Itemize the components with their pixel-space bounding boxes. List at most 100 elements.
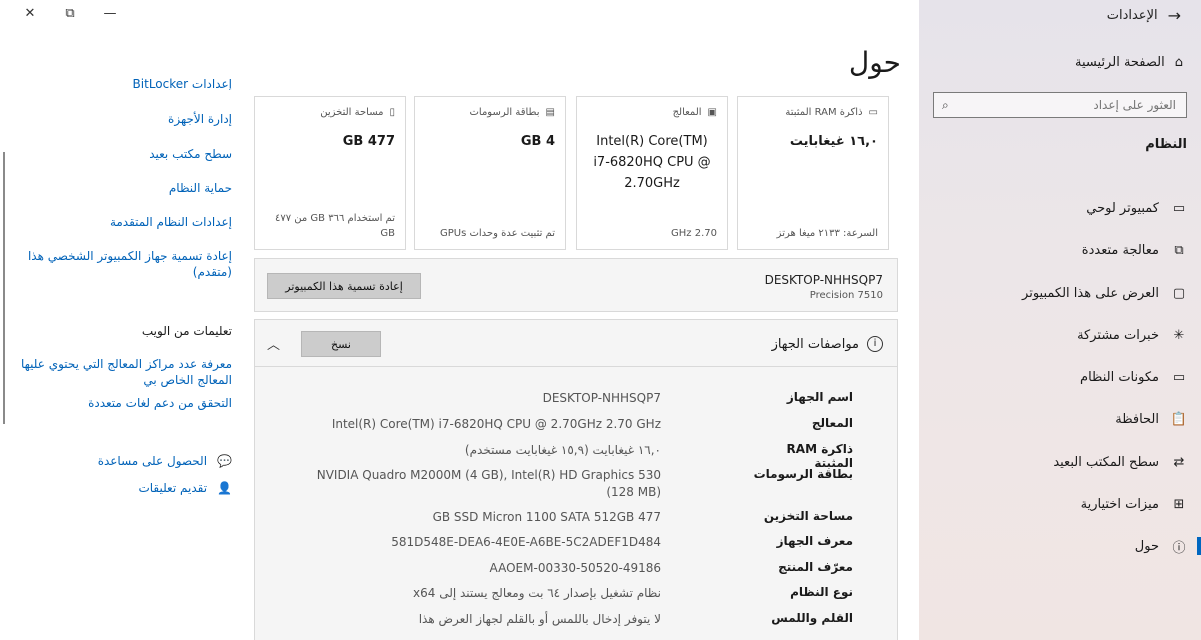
link-processor-cores[interactable]: معرفة عدد مراكز المعالج التي يحتوي عليها… [10, 356, 232, 388]
feedback-link[interactable]: 👤 تقديم تعليقات [138, 481, 232, 495]
spec-key: المعالج [811, 416, 853, 430]
spec-value: نظام تشغيل بإصدار ٦٤ بت ومعالج يستند إلى… [413, 586, 661, 600]
feedback-icon: 👤 [217, 481, 232, 495]
spec-value: 477 GB SSD Micron 1100 SATA 512GB [432, 510, 661, 524]
pc-name-panel: DESKTOP-NHHSQP7 Precision 7510 إعادة تسم… [254, 258, 898, 312]
spec-key: مساحة التخزين [763, 509, 853, 523]
search-input[interactable] [974, 97, 1178, 113]
graphics-icon: ▤ [545, 107, 555, 118]
chevron-up-icon[interactable]: ︿ [267, 334, 280, 353]
card-ram-value: ١٦,٠ غيغابايت [789, 134, 878, 149]
related-settings-pane: إعدادات BitLocker إدارة الأجهزة سطح مكتب… [0, 0, 250, 640]
home-icon: ⌂ [1174, 55, 1183, 70]
related-scrollbar[interactable] [3, 152, 5, 424]
back-arrow-icon: → [1167, 6, 1181, 25]
link-remote-desktop[interactable]: سطح مكتب بعيد [149, 146, 232, 162]
card-graphics: ▤ بطاقة الرسومات 4 GB تم تثبيت عدة وحدات … [414, 96, 566, 250]
device-specs-title: مواصفات الجهاز [771, 336, 859, 352]
sidebar-item-tablet[interactable]: ▭ كمبيوتر لوحي [919, 193, 1201, 223]
spec-value: DESKTOP-NHHSQP7 [542, 391, 661, 405]
spec-key: نوع النظام [790, 585, 853, 599]
spec-value: ١٦,٠ غيغابايت (١٥,٩ غيغابايت مستخدم) [464, 443, 661, 457]
sidebar-item-clipboard[interactable]: 📋 الحافظة [919, 404, 1201, 434]
storage-icon: ▯ [389, 107, 395, 118]
sidebar-item-label: خبرات مشتركة [1077, 327, 1159, 343]
nav-section-title: النظام [1145, 137, 1187, 152]
remote-icon: ⇄ [1173, 454, 1185, 470]
card-storage-value: 477 GB [342, 134, 395, 149]
link-system-protection[interactable]: حماية النظام [169, 180, 232, 196]
device-specs-body: اسم الجهاز DESKTOP-NHHSQP7 المعالج Intel… [254, 367, 898, 640]
sidebar-item-label: ميزات اختيارية [1080, 496, 1159, 512]
get-help-link[interactable]: 💬 الحصول على مساعدة [98, 454, 232, 468]
home-link[interactable]: ⌂ الصفحة الرئيسية [1075, 55, 1183, 70]
components-icon: ▭ [1172, 369, 1186, 385]
rename-pc-button[interactable]: إعادة تسمية هذا الكمبيوتر [267, 273, 421, 299]
spec-key: القلم واللمس [771, 611, 853, 625]
link-multiple-languages[interactable]: التحقق من دعم لغات متعددة [88, 395, 232, 411]
about-icon: ⓘ [1172, 540, 1186, 556]
pc-model: Precision 7510 [809, 290, 883, 301]
sidebar-item-label: حول [1134, 538, 1159, 554]
page-title: حول [848, 46, 901, 79]
spec-key: اسم الجهاز [786, 390, 853, 404]
card-graphics-label: بطاقة الرسومات [469, 107, 540, 118]
sidebar-item-label: معالجة متعددة [1081, 242, 1159, 258]
link-rename-advanced[interactable]: إعادة تسمية جهاز الكمبيوتر الشخصي هذا (م… [10, 248, 232, 280]
spec-value: لا يتوفر إدخال باللمس أو بالقلم لجهاز ال… [418, 612, 661, 626]
spec-value: Intel(R) Core(TM) i7-6820HQ CPU @ 2.70GH… [331, 417, 661, 431]
sidebar-item-shared[interactable]: ✳ خبرات مشتركة [919, 320, 1201, 350]
card-ram-sub: السرعة: ٢١٣٣ ميغا هرتز [776, 227, 878, 239]
features-icon: ⊞ [1173, 496, 1185, 512]
shared-icon: ✳ [1173, 327, 1185, 343]
back-button[interactable]: → الإعدادات [1107, 6, 1181, 25]
tablet-icon: ▭ [1172, 200, 1186, 216]
search-icon[interactable]: ⌕ [942, 98, 949, 113]
copy-button[interactable]: نسخ [301, 331, 381, 357]
clipboard-icon: 📋 [1170, 411, 1187, 427]
sidebar-item-optional-features[interactable]: ⊞ ميزات اختيارية [919, 489, 1201, 519]
card-storage-sub: تم استخدام ٣٦٦ GB من ٤٧٧ GB [274, 213, 395, 239]
spec-value: 00330-50520-49186-AAOEM [489, 561, 661, 575]
pc-name: DESKTOP-NHHSQP7 [764, 273, 883, 287]
sidebar-item-label: الحافظة [1115, 411, 1159, 427]
sidebar-item-label: كمبيوتر لوحي [1086, 200, 1159, 216]
spec-key: بطاقة الرسومات [753, 467, 853, 481]
sidebar-item-multitasking[interactable]: ⧉ معالجة متعددة [919, 235, 1201, 265]
spec-value: 581D548E-DEA6-4E0E-A6BE-5C2ADEF1D484 [391, 535, 661, 549]
card-ram-label: ذاكرة RAM المثبتة [785, 107, 863, 118]
card-processor-sub: 2.70 GHz [671, 227, 717, 239]
sidebar-item-label: العرض على هذا الكمبيوتر [1022, 285, 1159, 301]
home-label: الصفحة الرئيسية [1075, 55, 1165, 70]
ram-icon: ▭ [868, 107, 878, 118]
link-device-manager[interactable]: إدارة الأجهزة [168, 111, 232, 127]
card-processor-value: Intel(R) Core(TM) i7-6820HQ CPU @ 2.70GH… [593, 134, 711, 191]
sidebar-item-projecting[interactable]: ▢ العرض على هذا الكمبيوتر [919, 278, 1201, 308]
spec-key: ذاكرة RAM المثبتة [786, 442, 853, 470]
project-icon: ▢ [1172, 285, 1186, 301]
card-graphics-sub: تم تثبيت عدة وحدات GPUs [439, 227, 555, 239]
sidebar-item-components[interactable]: ▭ مكونات النظام [919, 362, 1201, 392]
info-icon: i [867, 336, 883, 352]
settings-nav-pane: → الإعدادات ⌂ الصفحة الرئيسية ⌕ النظام ▭… [919, 0, 1201, 640]
card-storage-label: مساحة التخزين [320, 107, 384, 118]
back-label: الإعدادات [1106, 8, 1158, 23]
sidebar-item-label: مكونات النظام [1080, 369, 1159, 385]
help-icon: 💬 [217, 454, 232, 468]
card-processor: ▣ المعالج Intel(R) Core(TM) i7-6820HQ CPU… [576, 96, 728, 250]
card-graphics-value: 4 GB [520, 134, 555, 149]
card-processor-label: المعالج [672, 107, 702, 118]
link-bitlocker[interactable]: إعدادات BitLocker [133, 76, 232, 90]
sidebar-item-remote-desktop[interactable]: ⇄ سطح المكتب البعيد [919, 447, 1201, 477]
spec-value: NVIDIA Quadro M2000M (4 GB), Intel(R) HD… [316, 468, 661, 500]
feedback-label: تقديم تعليقات [138, 481, 208, 495]
spec-key: معرف الجهاز [776, 534, 853, 548]
get-help-label: الحصول على مساعدة [97, 454, 208, 468]
sidebar-item-label: سطح المكتب البعيد [1053, 454, 1159, 470]
search-box[interactable]: ⌕ [933, 92, 1187, 118]
device-specs-header[interactable]: i مواصفات الجهاز نسخ ︿ [254, 319, 898, 367]
spec-key: معرّف المنتج [778, 560, 853, 574]
web-help-heading: تعليمات من الويب [141, 324, 232, 338]
link-advanced-settings[interactable]: إعدادات النظام المتقدمة [110, 214, 232, 230]
sidebar-item-about[interactable]: ⓘ حول [919, 531, 1201, 561]
